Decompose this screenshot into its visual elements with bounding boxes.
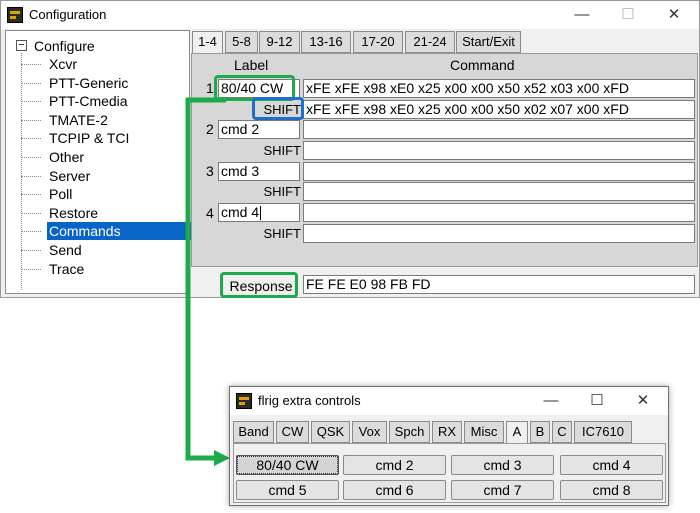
- shift-label-4: SHIFT: [263, 226, 301, 241]
- tab-17-20[interactable]: 17-20: [353, 31, 403, 53]
- row-number: 3: [206, 163, 214, 179]
- tab-qsk[interactable]: QSK: [311, 421, 350, 443]
- cmd-button-7[interactable]: cmd 7: [451, 480, 554, 500]
- cmd-button-8[interactable]: cmd 8: [560, 480, 663, 500]
- window-title: Configuration: [29, 7, 107, 22]
- row-number: 1: [206, 80, 214, 96]
- tree-root-label: Configure: [34, 38, 95, 54]
- close-button[interactable]: ✕: [651, 1, 697, 29]
- tab-5-8[interactable]: 5-8: [225, 31, 258, 53]
- shift-command-field-2[interactable]: [303, 141, 695, 160]
- row-number: 4: [206, 205, 214, 221]
- tab-ic7610[interactable]: IC7610: [574, 421, 632, 443]
- title-bar: Configuration — ☐ ✕: [1, 1, 699, 29]
- row-number: 2: [206, 121, 214, 137]
- tab-vox[interactable]: Vox: [352, 421, 387, 443]
- tab-start-exit[interactable]: Start/Exit: [456, 31, 521, 53]
- maximize-button[interactable]: ☐: [605, 1, 651, 29]
- cmd-button-6[interactable]: cmd 6: [343, 480, 446, 500]
- tab-cw[interactable]: CW: [276, 421, 309, 443]
- cmd-button-5[interactable]: cmd 5: [236, 480, 339, 500]
- shift-command-field-4[interactable]: [303, 224, 695, 243]
- tab-9-12[interactable]: 9-12: [259, 31, 300, 53]
- tab-1-4[interactable]: 1-4: [192, 31, 223, 54]
- app-icon: [236, 393, 252, 409]
- command-field-1[interactable]: xFE xFE x98 xE0 x25 x00 x00 x50 x52 x03 …: [303, 79, 695, 98]
- extra-title-bar: flrig extra controls — ☐ ✕: [230, 387, 668, 415]
- extra-minimize-button[interactable]: —: [528, 387, 574, 415]
- response-highlight-box: [220, 272, 298, 298]
- shift-highlight-box: [252, 97, 304, 120]
- tab-spch[interactable]: Spch: [389, 421, 430, 443]
- command-field-2[interactable]: [303, 120, 695, 139]
- tab-13-16[interactable]: 13-16: [301, 31, 351, 53]
- cmd-button-4[interactable]: cmd 4: [560, 455, 663, 475]
- tab-a[interactable]: A: [506, 421, 528, 444]
- shift-command-field-3[interactable]: [303, 182, 695, 201]
- tab-rx[interactable]: RX: [432, 421, 462, 443]
- minimize-button[interactable]: —: [559, 1, 605, 29]
- command-field-4[interactable]: [303, 203, 695, 222]
- tab-misc[interactable]: Misc: [464, 421, 504, 443]
- shift-label-2: SHIFT: [263, 143, 301, 158]
- config-tree: − Configure Xcvr PTT-Generic PTT-Cmedia …: [5, 30, 191, 294]
- command-field-3[interactable]: [303, 162, 695, 181]
- command-column-header: Command: [450, 57, 515, 73]
- configuration-window: Configuration — ☐ ✕ − Configure Xcvr PTT…: [0, 0, 700, 298]
- text-cursor: [260, 206, 262, 221]
- tab-b[interactable]: B: [530, 421, 550, 443]
- label-column-header: Label: [234, 57, 269, 73]
- app-icon: [7, 7, 23, 23]
- cmd-button-2[interactable]: cmd 2: [343, 455, 446, 475]
- extra-maximize-button[interactable]: ☐: [574, 387, 620, 415]
- tab-21-24[interactable]: 21-24: [405, 31, 455, 53]
- shift-label-3: SHIFT: [263, 184, 301, 199]
- shift-command-field-1[interactable]: xFE xFE x98 xE0 x25 x00 x00 x50 x02 x07 …: [303, 100, 695, 119]
- response-field[interactable]: FE FE E0 98 FB FD: [303, 275, 695, 294]
- label-field-4[interactable]: cmd 4: [218, 203, 300, 222]
- collapse-icon[interactable]: −: [16, 40, 27, 51]
- tree-connector: [21, 53, 22, 290]
- focus-outline: [237, 456, 338, 474]
- cmd-button-3[interactable]: cmd 3: [451, 455, 554, 475]
- extra-window-title: flrig extra controls: [258, 393, 361, 408]
- label-field-2[interactable]: cmd 2: [218, 120, 300, 139]
- label-field-4-text: cmd 4: [221, 204, 260, 220]
- tab-band[interactable]: Band: [233, 421, 274, 443]
- extra-controls-window: flrig extra controls — ☐ ✕ Band CW QSK V…: [229, 386, 669, 506]
- tab-c[interactable]: C: [552, 421, 572, 443]
- extra-close-button[interactable]: ✕: [620, 387, 666, 415]
- label-field-3[interactable]: cmd 3: [218, 162, 300, 181]
